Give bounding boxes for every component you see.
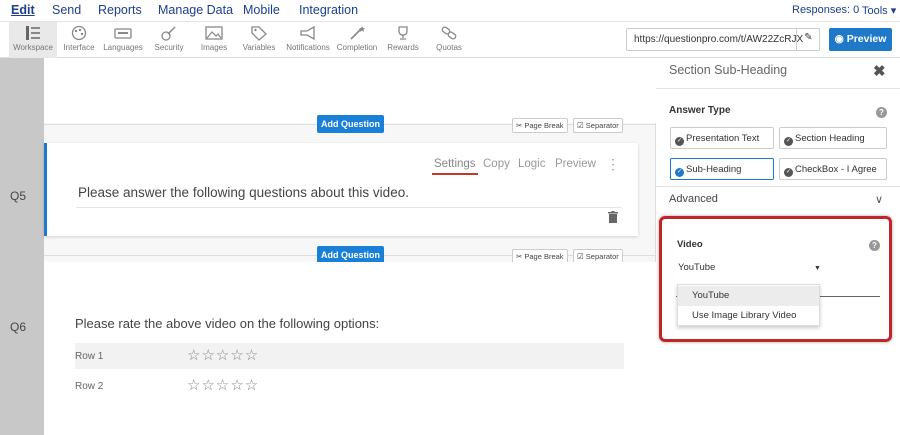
menu-manage-data[interactable]: Manage Data xyxy=(158,3,233,17)
tool-variables[interactable]: Variables xyxy=(235,22,283,58)
divider xyxy=(656,186,900,187)
star-rating-row-2[interactable]: ☆☆☆☆☆ xyxy=(187,376,259,394)
menu-mobile[interactable]: Mobile xyxy=(243,3,280,17)
previous-question-block xyxy=(44,58,656,123)
preview-link[interactable]: Preview xyxy=(555,158,596,170)
menu-reports[interactable]: Reports xyxy=(98,3,142,17)
dropdown-option-youtube[interactable]: YouTube xyxy=(678,286,819,306)
answer-type-section-heading[interactable]: ✓ Section Heading xyxy=(779,127,887,149)
menu-edit[interactable]: Edit xyxy=(11,3,35,17)
separator-button[interactable]: ☑ Separator xyxy=(573,118,623,133)
logic-link[interactable]: Logic xyxy=(518,158,546,170)
question-text-q6[interactable]: Please rate the above video on the follo… xyxy=(75,316,379,331)
tool-label: Completion xyxy=(336,43,378,52)
trophy-icon xyxy=(398,26,408,40)
divider xyxy=(76,207,622,208)
responses-count[interactable]: Responses: 0 xyxy=(792,4,859,16)
tool-label: Interface xyxy=(63,43,95,52)
image-icon xyxy=(205,26,223,40)
check-icon: ✓ xyxy=(784,137,793,146)
more-options-icon[interactable]: ⋮ xyxy=(606,156,620,173)
tool-label: Images xyxy=(200,43,228,52)
check-icon: ✓ xyxy=(675,168,684,177)
help-icon[interactable]: ? xyxy=(876,107,887,118)
caret-down-icon[interactable]: ▼ xyxy=(814,265,821,272)
tool-label: Languages xyxy=(103,43,143,52)
answer-type-sub-heading[interactable]: ✓ Sub-Heading xyxy=(670,158,774,180)
page-break-button[interactable]: ✂ Page Break xyxy=(512,118,568,133)
tool-label: Security xyxy=(154,43,184,52)
tool-interface[interactable]: Interface xyxy=(55,22,103,58)
answer-type-checkbox-agree[interactable]: ✓ CheckBox - I Agree xyxy=(779,158,887,180)
keyboard-icon xyxy=(114,28,132,39)
table-row xyxy=(75,343,624,369)
row-label: Row 1 xyxy=(75,351,104,362)
panel-title: Section Sub-Heading xyxy=(669,63,788,77)
video-source-dropdown: YouTube Use Image Library Video xyxy=(677,284,820,326)
tag-icon xyxy=(251,26,267,41)
link-icon xyxy=(441,26,457,40)
question-text-q5[interactable]: Please answer the following questions ab… xyxy=(78,185,409,200)
menu-send[interactable]: Send xyxy=(52,3,81,17)
megaphone-icon xyxy=(300,25,315,41)
top-menu-bar: Edit Send Reports Manage Data Mobile Int… xyxy=(0,0,900,22)
workspace-icon xyxy=(26,26,40,40)
tool-label: Rewards xyxy=(387,43,419,52)
answer-type-presentation-text[interactable]: ✓ Presentation Text xyxy=(670,127,774,149)
tool-security[interactable]: Security xyxy=(145,22,193,58)
trash-icon[interactable] xyxy=(608,211,618,223)
tool-images[interactable]: Images xyxy=(190,22,238,58)
question-number-gutter xyxy=(0,58,44,435)
tool-label: Variables xyxy=(242,43,276,52)
tool-quotas[interactable]: Quotas xyxy=(425,22,473,58)
question-number-q5: Q5 xyxy=(10,189,27,203)
advanced-section-toggle[interactable]: Advanced xyxy=(669,193,718,205)
add-question-button[interactable]: Add Question xyxy=(317,115,384,133)
settings-highlight-underline xyxy=(432,173,478,175)
survey-url-field[interactable]: https://questionpro.com/t/AW22ZcRJX xyxy=(626,28,820,51)
question-number-q6: Q6 xyxy=(10,320,27,334)
tools-menu[interactable]: Tools ▾ xyxy=(862,4,896,17)
row-label: Row 2 xyxy=(75,381,104,392)
tool-label: Workspace xyxy=(13,43,53,52)
dropdown-option-image-library[interactable]: Use Image Library Video xyxy=(678,306,819,326)
tool-label: Notifications xyxy=(286,43,330,52)
video-source-select[interactable]: YouTube xyxy=(678,262,715,273)
chevron-down-icon[interactable]: ∨ xyxy=(875,193,883,206)
star-rating-row-1[interactable]: ☆☆☆☆☆ xyxy=(187,346,259,364)
wand-icon xyxy=(350,26,365,40)
pencil-icon[interactable]: ✎ xyxy=(796,28,820,51)
preview-button[interactable]: ◉ Preview xyxy=(829,28,892,51)
tool-notifications[interactable]: Notifications xyxy=(284,22,332,58)
help-icon[interactable]: ? xyxy=(869,240,880,251)
copy-link[interactable]: Copy xyxy=(483,158,510,170)
tool-label: Quotas xyxy=(436,43,462,52)
menu-integration[interactable]: Integration xyxy=(299,3,358,17)
check-icon: ✓ xyxy=(784,168,793,177)
video-label: Video xyxy=(677,239,703,250)
tool-rewards[interactable]: Rewards xyxy=(379,22,427,58)
tool-completion[interactable]: Completion xyxy=(333,22,381,58)
guitar-icon xyxy=(161,26,176,41)
divider xyxy=(656,88,900,89)
settings-link[interactable]: Settings xyxy=(434,158,476,170)
palette-icon xyxy=(71,25,87,41)
tool-workspace[interactable]: Workspace xyxy=(9,22,57,58)
tool-languages[interactable]: Languages xyxy=(99,22,147,58)
close-icon[interactable]: ✖ xyxy=(873,62,886,80)
answer-type-label: Answer Type xyxy=(669,105,731,116)
check-icon: ✓ xyxy=(675,137,684,146)
